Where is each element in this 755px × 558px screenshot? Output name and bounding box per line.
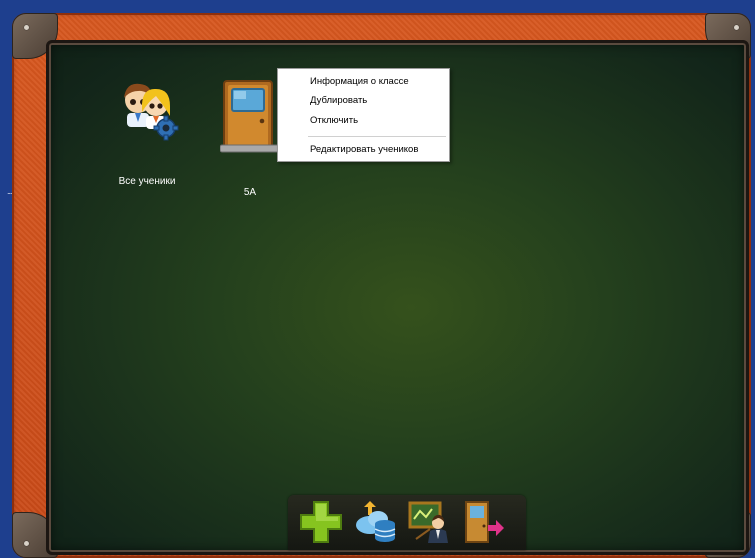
teacher-board-icon[interactable]	[406, 499, 452, 545]
cloud-database-icon[interactable]	[352, 499, 398, 545]
exit-door-icon[interactable]	[460, 499, 506, 545]
menu-item-edit-students[interactable]: Редактировать учеников	[310, 142, 418, 158]
add-icon[interactable]	[298, 499, 344, 545]
menu-separator	[308, 136, 446, 137]
bottom-toolbar	[288, 495, 526, 550]
students-settings-icon	[124, 83, 179, 141]
side-dots: ...	[7, 186, 12, 196]
screw-icon	[24, 25, 29, 30]
context-menu: Информация о классе Дублировать Отключит…	[277, 68, 450, 162]
classroom-door-icon	[220, 80, 280, 153]
screw-icon	[24, 541, 29, 546]
tile-class-5a[interactable]: 5А	[217, 79, 283, 198]
menu-item-class-info[interactable]: Информация о классе	[310, 74, 409, 90]
menu-item-disable[interactable]: Отключить	[310, 113, 358, 129]
tile-label: 5А	[243, 187, 257, 198]
screw-icon	[734, 25, 739, 30]
tile-all-students[interactable]: Все ученики	[97, 76, 197, 187]
menu-item-duplicate[interactable]: Дублировать	[310, 93, 367, 109]
tile-label: Все ученики	[118, 176, 176, 187]
